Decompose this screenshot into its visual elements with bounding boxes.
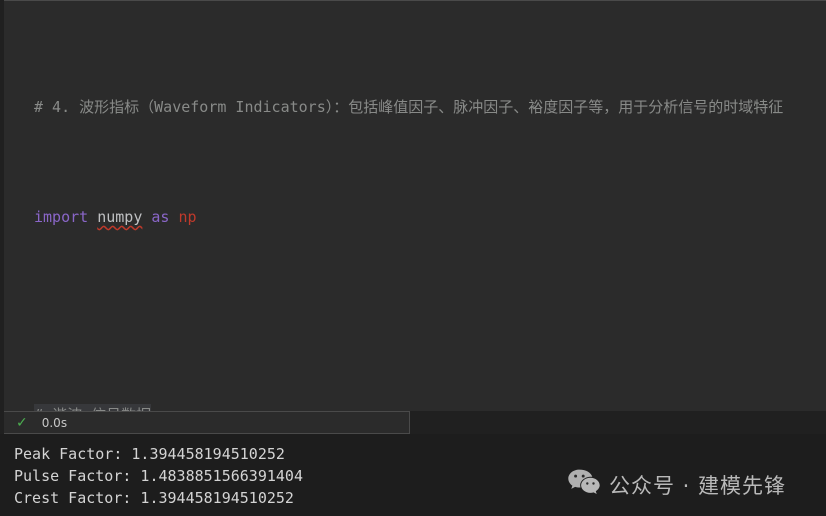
alias-np: np <box>178 208 197 226</box>
notebook-cell-screenshot: # 4. 波形指标（Waveform Indicators）：包括峰值因子、脉冲… <box>0 0 826 516</box>
code-line-blank-1 <box>34 294 826 316</box>
code-line-comment-waveform: # 4. 波形指标（Waveform Indicators）：包括峰值因子、脉冲… <box>34 96 826 118</box>
wechat-icon <box>568 469 600 500</box>
watermark: 公众号 · 建模先锋 <box>568 469 786 500</box>
code-line-import: import numpy as np <box>34 206 826 228</box>
space-3 <box>169 208 178 226</box>
cell-status-bar[interactable]: ✓ 0.0s <box>4 411 410 434</box>
code-content[interactable]: # 4. 波形指标（Waveform Indicators）：包括峰值因子、脉冲… <box>4 5 826 411</box>
module-numpy: numpy <box>97 208 143 226</box>
comment-harmonic-post: 信号数据 <box>91 406 151 411</box>
whitespace-dot-2: · <box>82 406 91 411</box>
check-mark-icon: ✓ <box>16 414 28 431</box>
cell-output-panel[interactable]: Peak Factor: 1.394458194510252 Pulse Fac… <box>0 434 826 516</box>
code-editor[interactable]: # 4. 波形指标（Waveform Indicators）：包括峰值因子、脉冲… <box>4 0 826 411</box>
comment-hash-icon-2: # <box>34 406 43 411</box>
selection-highlight-comment: #·谐波·信号数据 <box>34 404 152 411</box>
whitespace-dot-1: · <box>43 406 52 411</box>
keyword-import: import <box>34 208 89 226</box>
execution-time-label: 0.0s <box>41 415 68 430</box>
code-line-comment-harmonic: #·谐波·信号数据 <box>34 404 826 411</box>
space-1 <box>88 208 97 226</box>
watermark-text: 公众号 · 建模先锋 <box>608 473 786 498</box>
comment-hash-icon: # <box>34 98 44 116</box>
comment-waveform-text: 4. 波形指标（Waveform Indicators）：包括峰值因子、脉冲因子… <box>43 98 784 116</box>
keyword-as: as <box>151 208 170 226</box>
output-line: Peak Factor: 1.394458194510252 <box>14 445 285 463</box>
comment-harmonic-pre: 谐波 <box>52 406 82 411</box>
